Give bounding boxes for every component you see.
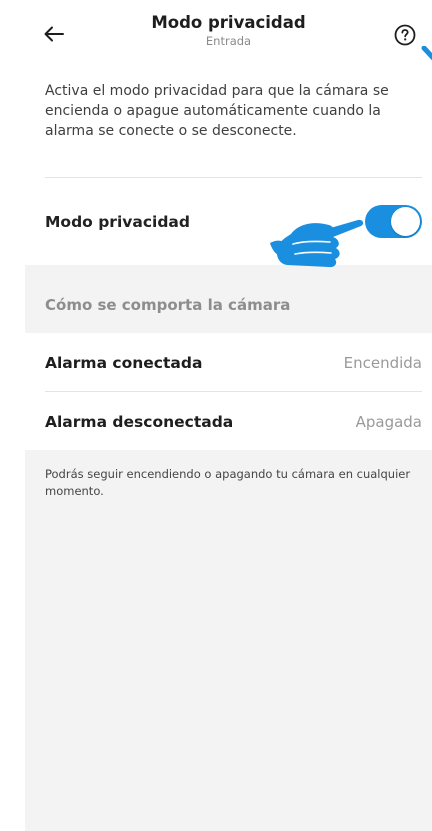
privacy-mode-row: Modo privacidad (25, 178, 432, 265)
section-header: Cómo se comporta la cámara (45, 296, 291, 314)
privacy-mode-label: Modo privacidad (45, 213, 190, 231)
top-section: Modo privacidad Entrada Activa el modo p… (25, 0, 432, 265)
privacy-settings-screen: Modo privacidad Entrada Activa el modo p… (25, 0, 432, 831)
back-button[interactable] (35, 18, 73, 50)
alarm-disconnected-label: Alarma desconectada (45, 413, 234, 431)
alarm-connected-value: Encendida (343, 354, 422, 372)
page-subtitle: Entrada (205, 34, 252, 48)
header-bar: Modo privacidad Entrada (25, 0, 432, 64)
footnote-text: Podrás seguir encendiendo o apagando tu … (45, 467, 411, 498)
camera-behavior-list: Alarma conectada Encendida Alarma descon… (25, 333, 432, 450)
list-item[interactable]: Alarma desconectada Apagada (25, 392, 432, 450)
intro-text: Activa el modo privacidad para que la cá… (45, 83, 389, 139)
page-title: Modo privacidad (151, 13, 306, 32)
app-frame: Modo privacidad Entrada Activa el modo p… (0, 0, 432, 831)
help-button[interactable] (394, 24, 416, 46)
alarm-disconnected-value: Apagada (355, 413, 422, 431)
left-margin (0, 0, 25, 831)
arrow-left-icon (44, 26, 64, 42)
title-block: Modo privacidad Entrada (85, 12, 372, 48)
pointing-hand-icon (270, 219, 364, 268)
privacy-mode-toggle[interactable] (365, 205, 422, 238)
question-circle-icon (394, 24, 416, 46)
alarm-connected-label: Alarma conectada (45, 354, 203, 372)
list-item[interactable]: Alarma conectada Encendida (25, 333, 432, 391)
toggle-knob (391, 207, 420, 236)
corner-accent-icon (421, 46, 432, 61)
